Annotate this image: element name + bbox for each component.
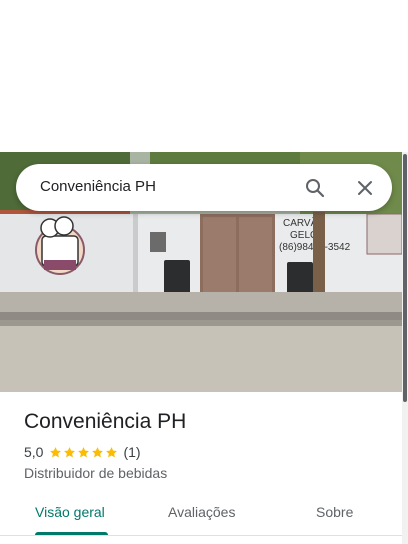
place-category[interactable]: Distribuidor de bebidas	[24, 465, 167, 481]
close-icon	[358, 181, 372, 195]
search-bar[interactable]: Conveniência PH	[16, 164, 392, 211]
tab-reviews[interactable]: Avaliações	[168, 504, 235, 520]
place-tabs: Visão geral Avaliações Sobre	[0, 496, 402, 536]
blank-area	[0, 0, 408, 152]
rating-row: 5,0 (1)	[24, 444, 141, 460]
star-icon	[92, 446, 104, 457]
rating-value: 5,0	[24, 444, 44, 460]
search-icon	[306, 179, 325, 198]
search-button[interactable]	[301, 174, 329, 202]
tabs-divider	[0, 535, 402, 536]
rating-stars	[49, 446, 118, 459]
star-icon	[106, 446, 118, 457]
tab-overview[interactable]: Visão geral	[35, 504, 105, 520]
review-count-link[interactable]: (1)	[123, 444, 140, 460]
clear-search-button[interactable]	[351, 174, 379, 202]
search-input[interactable]: Conveniência PH	[40, 178, 156, 195]
star-icon	[64, 446, 76, 457]
tab-about[interactable]: Sobre	[316, 504, 353, 520]
star-icon	[50, 446, 62, 457]
place-title: Conveniência PH	[24, 410, 187, 433]
maps-place-panel: CARVÃO GELO (86)98447-3542 Conveniência …	[0, 0, 408, 544]
star-icon	[78, 446, 90, 457]
scrollbar-thumb[interactable]	[403, 154, 407, 402]
